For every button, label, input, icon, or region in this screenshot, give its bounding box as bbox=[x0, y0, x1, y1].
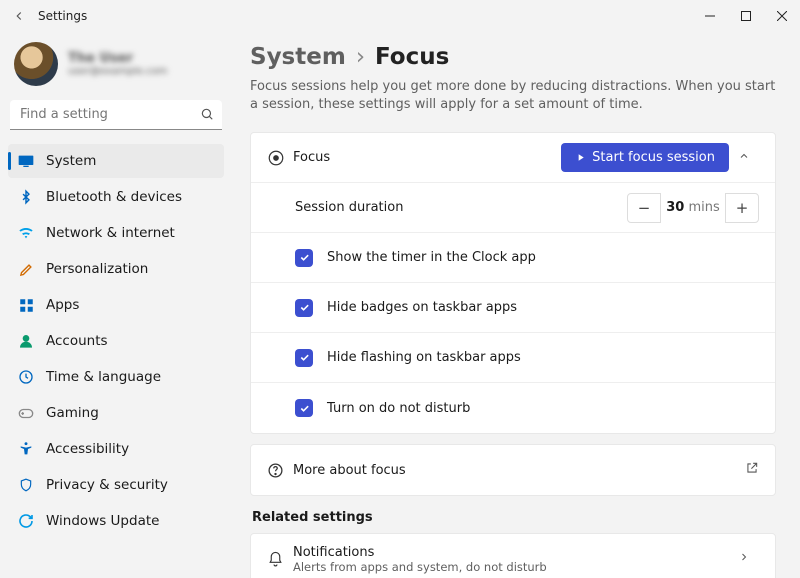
search-input[interactable] bbox=[10, 100, 222, 130]
avatar bbox=[14, 42, 58, 86]
checkbox-checked-icon[interactable] bbox=[295, 299, 313, 317]
sidebar-item-label: Gaming bbox=[46, 405, 99, 421]
titlebar: Settings bbox=[0, 0, 800, 32]
duration-stepper: − 30 mins + bbox=[627, 193, 759, 223]
time-icon bbox=[18, 369, 34, 385]
duration-decrease-button[interactable]: − bbox=[627, 193, 661, 223]
focus-option-row[interactable]: Turn on do not disturb bbox=[251, 383, 775, 433]
sidebar-item-wu[interactable]: Windows Update bbox=[8, 504, 224, 538]
search-icon bbox=[200, 107, 214, 125]
back-button[interactable] bbox=[8, 5, 30, 27]
sidebar-item-priv[interactable]: Privacy & security bbox=[8, 468, 224, 502]
apps-icon bbox=[18, 297, 34, 313]
checkbox-checked-icon[interactable] bbox=[295, 399, 313, 417]
sidebar-item-label: Accessibility bbox=[46, 441, 129, 457]
checkbox-checked-icon[interactable] bbox=[295, 349, 313, 367]
checkbox-checked-icon[interactable] bbox=[295, 249, 313, 267]
minimize-button[interactable] bbox=[692, 0, 728, 32]
wu-icon bbox=[18, 513, 34, 529]
maximize-button[interactable] bbox=[728, 0, 764, 32]
acc-icon bbox=[18, 441, 34, 457]
related-settings-heading: Related settings bbox=[252, 510, 776, 525]
sidebar-item-pers[interactable]: Personalization bbox=[8, 252, 224, 286]
focus-option-label: Hide badges on taskbar apps bbox=[327, 300, 759, 315]
focus-option-row[interactable]: Hide badges on taskbar apps bbox=[251, 283, 775, 333]
focus-header-label: Focus bbox=[293, 150, 561, 165]
sidebar-item-label: Time & language bbox=[46, 369, 161, 385]
sidebar-item-label: Personalization bbox=[46, 261, 148, 277]
chevron-right-icon bbox=[729, 551, 759, 567]
notifications-subtitle: Alerts from apps and system, do not dist… bbox=[293, 560, 729, 574]
priv-icon bbox=[18, 477, 34, 493]
duration-value: 30 mins bbox=[661, 200, 725, 215]
net-icon bbox=[18, 225, 34, 241]
profile[interactable]: The User user@example.com bbox=[8, 38, 224, 100]
breadcrumb-root[interactable]: System bbox=[250, 44, 346, 70]
bell-icon bbox=[267, 551, 293, 568]
sidebar-item-label: Network & internet bbox=[46, 225, 175, 241]
sidebar-item-system[interactable]: System bbox=[8, 144, 224, 178]
focus-header-row[interactable]: Focus Start focus session bbox=[251, 133, 775, 183]
profile-name: The User bbox=[68, 51, 167, 66]
focus-card: Focus Start focus session Session durati… bbox=[250, 132, 776, 434]
notifications-row[interactable]: Notifications Alerts from apps and syste… bbox=[250, 533, 776, 578]
chevron-up-icon[interactable] bbox=[729, 150, 759, 166]
nav-list: System Bluetooth & devices Network & inter… bbox=[8, 144, 224, 538]
more-about-focus-label: More about focus bbox=[293, 463, 745, 478]
help-icon bbox=[267, 462, 293, 479]
breadcrumb-separator: › bbox=[356, 44, 365, 70]
start-focus-session-button[interactable]: Start focus session bbox=[561, 143, 729, 172]
search-field[interactable] bbox=[10, 100, 222, 130]
sidebar-item-acc[interactable]: Accessibility bbox=[8, 432, 224, 466]
page-description: Focus sessions help you get more done by… bbox=[250, 78, 776, 114]
acct-icon bbox=[18, 333, 34, 349]
focus-option-label: Show the timer in the Clock app bbox=[327, 250, 759, 265]
sidebar-item-label: Accounts bbox=[46, 333, 108, 349]
sidebar-item-label: Bluetooth & devices bbox=[46, 189, 182, 205]
page-title: Focus bbox=[375, 44, 449, 70]
sidebar-item-bt[interactable]: Bluetooth & devices bbox=[8, 180, 224, 214]
focus-option-label: Turn on do not disturb bbox=[327, 401, 759, 416]
sidebar-item-label: Privacy & security bbox=[46, 477, 168, 493]
focus-option-label: Hide flashing on taskbar apps bbox=[327, 350, 759, 365]
close-button[interactable] bbox=[764, 0, 800, 32]
game-icon bbox=[18, 405, 34, 421]
pers-icon bbox=[18, 261, 34, 277]
app-title: Settings bbox=[38, 9, 87, 23]
bt-icon bbox=[18, 189, 34, 205]
sidebar-item-label: System bbox=[46, 153, 96, 169]
session-duration-label: Session duration bbox=[295, 200, 627, 215]
sidebar-item-label: Apps bbox=[46, 297, 79, 313]
sidebar-item-apps[interactable]: Apps bbox=[8, 288, 224, 322]
profile-email: user@example.com bbox=[68, 66, 167, 77]
duration-increase-button[interactable]: + bbox=[725, 193, 759, 223]
focus-option-row[interactable]: Hide flashing on taskbar apps bbox=[251, 333, 775, 383]
focus-icon bbox=[267, 149, 293, 167]
session-duration-row: Session duration − 30 mins + bbox=[251, 183, 775, 233]
focus-option-row[interactable]: Show the timer in the Clock app bbox=[251, 233, 775, 283]
sidebar: The User user@example.com System Bluetoot… bbox=[0, 32, 232, 578]
sidebar-item-game[interactable]: Gaming bbox=[8, 396, 224, 430]
breadcrumb: System › Focus bbox=[250, 44, 776, 70]
sidebar-item-acct[interactable]: Accounts bbox=[8, 324, 224, 358]
notifications-title: Notifications bbox=[293, 545, 729, 560]
more-about-focus-row[interactable]: More about focus bbox=[250, 444, 776, 496]
sidebar-item-net[interactable]: Network & internet bbox=[8, 216, 224, 250]
sidebar-item-label: Windows Update bbox=[46, 513, 159, 529]
main-content: System › Focus Focus sessions help you g… bbox=[232, 32, 800, 578]
open-link-icon bbox=[745, 461, 759, 479]
sidebar-item-time[interactable]: Time & language bbox=[8, 360, 224, 394]
system-icon bbox=[18, 153, 34, 169]
